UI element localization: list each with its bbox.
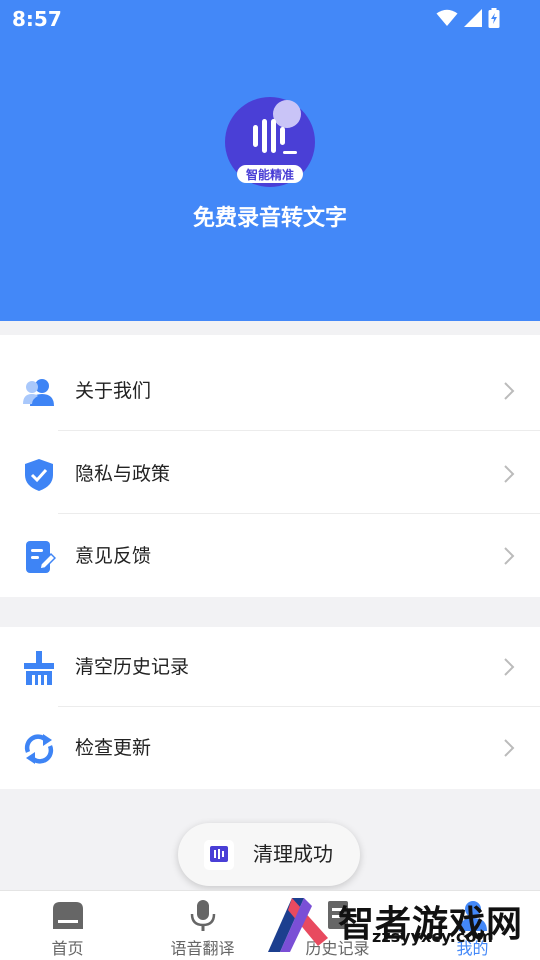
watermark-overlay: 智者游戏网 zzsyyxcy.com (262, 890, 540, 960)
logo-caption: 智能精准 (245, 167, 294, 182)
home-icon (52, 902, 83, 929)
menu-item-about[interactable]: 关于我们 (0, 351, 540, 431)
divider (58, 430, 540, 431)
tab-label: 首页 (51, 939, 84, 958)
menu-label: 检查更新 (75, 737, 152, 759)
header-banner: 8:57 智能精准 免费录音转文字 (0, 0, 540, 321)
microphone-icon (190, 900, 215, 931)
menu-label: 关于我们 (75, 380, 152, 402)
watermark-logo-icon (268, 898, 328, 952)
users-icon (23, 379, 54, 406)
menu-item-feedback[interactable]: 意见反馈 (0, 516, 540, 596)
toast-text: 清理成功 (253, 842, 333, 866)
tab-home[interactable]: 首页 (0, 891, 135, 960)
tab-voice-translate[interactable]: 语音翻译 (135, 891, 270, 960)
chevron-right-icon (504, 382, 515, 400)
app-title: 免费录音转文字 (192, 206, 347, 231)
menu-item-privacy[interactable]: 隐私与政策 (0, 434, 540, 514)
divider (58, 513, 540, 514)
menu-label: 清空历史记录 (75, 656, 190, 678)
chevron-right-icon (504, 658, 515, 676)
chevron-right-icon (504, 547, 515, 565)
divider (58, 706, 540, 707)
app-logo: 智能精准 (225, 97, 315, 187)
chevron-right-icon (504, 465, 515, 483)
shield-check-icon (25, 459, 53, 491)
status-time: 8:57 (12, 7, 62, 31)
app-small-icon (204, 840, 234, 870)
menu-card-tools: 清空历史记录 检查更新 (0, 627, 540, 789)
feedback-edit-icon (26, 541, 56, 573)
refresh-icon (24, 734, 54, 764)
broom-icon (24, 651, 54, 685)
menu-item-check-update[interactable]: 检查更新 (0, 708, 540, 788)
menu-card-info: 关于我们 隐私与政策 意见反馈 (0, 335, 540, 597)
status-icons (436, 7, 500, 29)
chevron-right-icon (504, 739, 515, 757)
status-bar: 8:57 (0, 0, 540, 36)
wifi-icon (436, 9, 458, 26)
battery-charging-icon (488, 8, 500, 28)
menu-label: 隐私与政策 (75, 463, 171, 485)
toast-message: 清理成功 (178, 823, 360, 886)
signal-icon (464, 9, 482, 27)
menu-label: 意见反馈 (75, 545, 152, 567)
tab-label: 语音翻译 (170, 939, 235, 958)
menu-item-clear-history[interactable]: 清空历史记录 (0, 627, 540, 707)
watermark-url: zzsyyxcy.com (372, 927, 493, 946)
